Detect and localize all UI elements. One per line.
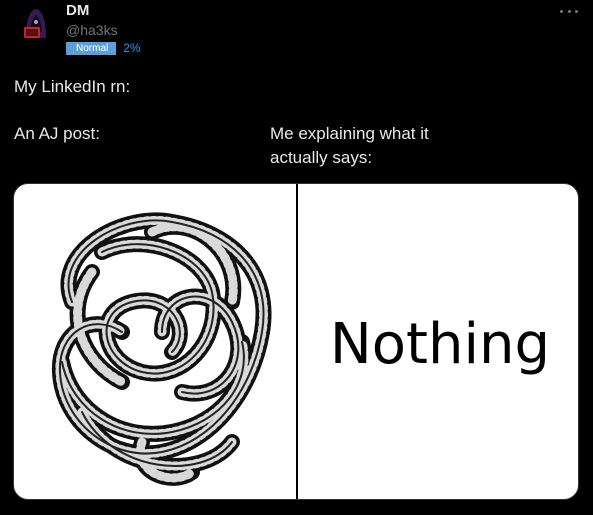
author-name[interactable]: DM: [66, 2, 89, 19]
avatar[interactable]: [16, 2, 56, 42]
left-caption: An AJ post:: [14, 124, 100, 143]
tweet-post: DM @ha3ks Normal 2% My LinkedIn rn: An A…: [0, 0, 593, 515]
meme-right-text: Nothing: [329, 312, 551, 377]
post-text-line: My LinkedIn rn:: [14, 77, 131, 96]
tangled-rope-illustration: [51, 212, 272, 486]
badge-row: Normal 2%: [66, 41, 141, 55]
author-handle[interactable]: @ha3ks: [66, 22, 118, 38]
right-caption: Me explaining what it actually says:: [270, 124, 429, 167]
status-badge: Normal: [66, 41, 117, 55]
percent-label: 2%: [123, 41, 141, 55]
more-options-icon[interactable]: [560, 6, 578, 16]
meme-divider: [296, 184, 298, 499]
meme-image[interactable]: Nothing: [13, 183, 579, 500]
